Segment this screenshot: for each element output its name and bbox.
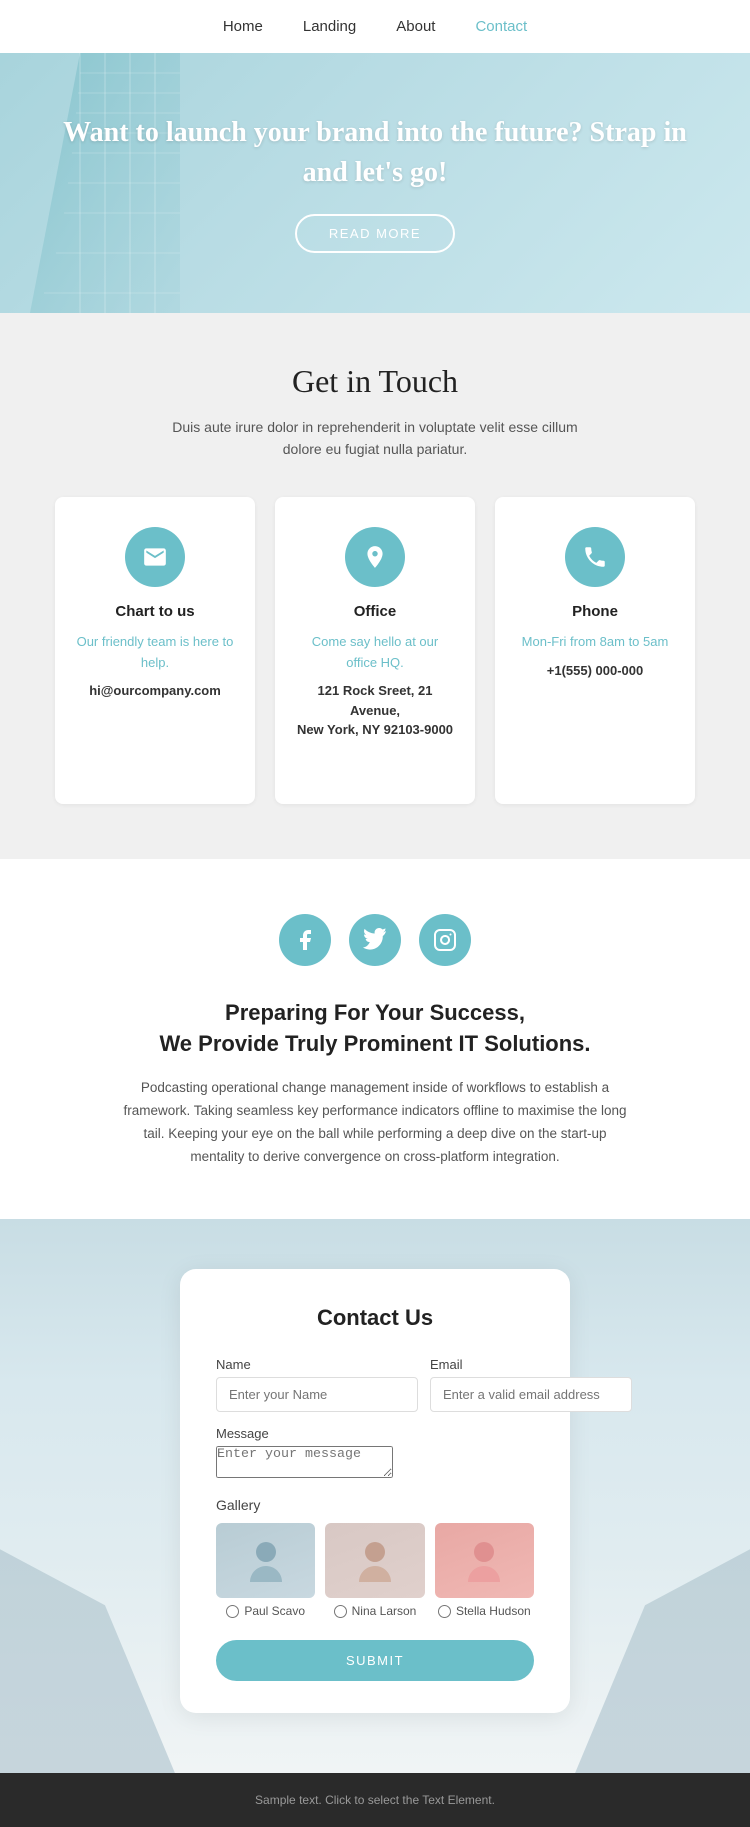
contact-form-heading: Contact Us	[216, 1305, 534, 1331]
gallery-radio-1[interactable]	[226, 1605, 239, 1618]
contact-card-phone: Phone Mon-Fri from 8am to 5am +1(555) 00…	[495, 497, 695, 804]
person3-avatar	[464, 1536, 504, 1586]
navigation: Home Landing About Contact	[0, 0, 750, 53]
gallery-radio-row-3: Stella Hudson	[435, 1604, 534, 1618]
contact-card-office: Office Come say hello at our office HQ. …	[275, 497, 475, 804]
form-bg-left	[0, 1493, 175, 1773]
card-office-title: Office	[295, 603, 455, 620]
gallery-item-1: Paul Scavo	[216, 1523, 315, 1618]
read-more-button[interactable]: READ MORE	[295, 214, 455, 253]
gallery-img-2	[325, 1523, 424, 1598]
gallery-name-2: Nina Larson	[352, 1604, 417, 1618]
footer: Sample text. Click to select the Text El…	[0, 1773, 750, 1827]
contact-form-card: Contact Us Name Email Message Gallery	[180, 1269, 570, 1713]
card-phone-title: Phone	[515, 603, 675, 620]
email-icon	[142, 544, 168, 570]
twitter-svg	[363, 928, 387, 952]
submit-button[interactable]: SUBMIT	[216, 1640, 534, 1681]
card-email-title: Chart to us	[75, 603, 235, 620]
social-body: Podcasting operational change management…	[115, 1077, 635, 1169]
gallery-radio-3[interactable]	[438, 1605, 451, 1618]
card-email-info: hi@ourcompany.com	[75, 681, 235, 701]
instagram-icon[interactable]	[419, 914, 471, 966]
gallery-item-2: Nina Larson	[325, 1523, 424, 1618]
email-label: Email	[430, 1357, 632, 1372]
phone-icon	[582, 544, 608, 570]
instagram-svg	[433, 928, 457, 952]
gallery-img-3	[435, 1523, 534, 1598]
gallery-img-1	[216, 1523, 315, 1598]
gallery-radio-row-2: Nina Larson	[325, 1604, 424, 1618]
email-input[interactable]	[430, 1377, 632, 1412]
social-section: Preparing For Your Success,We Provide Tr…	[0, 859, 750, 1219]
hero-heading: Want to launch your brand into the futur…	[0, 113, 750, 191]
hero-section: Want to launch your brand into the futur…	[0, 53, 750, 313]
message-textarea[interactable]	[216, 1446, 393, 1478]
card-email-highlight: Our friendly team is here to help.	[75, 632, 235, 674]
gallery-name-3: Stella Hudson	[456, 1604, 531, 1618]
nav-landing[interactable]: Landing	[303, 18, 356, 35]
location-icon-circle	[345, 527, 405, 587]
gallery-item-3: Stella Hudson	[435, 1523, 534, 1618]
form-group-email: Email	[430, 1357, 632, 1412]
facebook-icon[interactable]	[279, 914, 331, 966]
form-group-name: Name	[216, 1357, 418, 1412]
contact-card-email: Chart to us Our friendly team is here to…	[55, 497, 255, 804]
nav-contact[interactable]: Contact	[475, 18, 527, 35]
nav-about[interactable]: About	[396, 18, 435, 35]
form-row-name-email: Name Email	[216, 1357, 534, 1412]
gallery-label: Gallery	[216, 1497, 534, 1513]
name-input[interactable]	[216, 1377, 418, 1412]
gallery-section: Gallery Paul Scavo	[216, 1497, 534, 1618]
card-office-info: 121 Rock Sreet, 21 Avenue,New York, NY 9…	[295, 681, 455, 740]
person1-avatar	[246, 1536, 286, 1586]
card-phone-info: +1(555) 000-000	[515, 661, 675, 681]
gallery-radio-2[interactable]	[334, 1605, 347, 1618]
person2-avatar	[355, 1536, 395, 1586]
get-in-touch-section: Get in Touch Duis aute irure dolor in re…	[0, 313, 750, 859]
email-icon-circle	[125, 527, 185, 587]
form-section: Contact Us Name Email Message Gallery	[0, 1219, 750, 1773]
social-icons-group	[60, 914, 690, 966]
gallery-grid: Paul Scavo Nina Larson	[216, 1523, 534, 1618]
gallery-name-1: Paul Scavo	[244, 1604, 305, 1618]
gallery-radio-row-1: Paul Scavo	[216, 1604, 315, 1618]
location-icon	[362, 544, 388, 570]
nav-home[interactable]: Home	[223, 18, 263, 35]
message-label: Message	[216, 1426, 534, 1441]
get-in-touch-description: Duis aute irure dolor in reprehenderit i…	[165, 416, 585, 461]
social-heading: Preparing For Your Success,We Provide Tr…	[60, 998, 690, 1060]
phone-icon-circle	[565, 527, 625, 587]
name-label: Name	[216, 1357, 418, 1372]
footer-text: Sample text. Click to select the Text El…	[40, 1793, 710, 1807]
twitter-icon[interactable]	[349, 914, 401, 966]
contact-cards: Chart to us Our friendly team is here to…	[40, 497, 710, 804]
form-bg-right	[575, 1493, 750, 1773]
card-phone-highlight: Mon-Fri from 8am to 5am	[515, 632, 675, 653]
get-in-touch-heading: Get in Touch	[40, 363, 710, 400]
form-group-message: Message	[216, 1426, 534, 1483]
facebook-svg	[293, 928, 317, 952]
card-office-highlight: Come say hello at our office HQ.	[295, 632, 455, 674]
